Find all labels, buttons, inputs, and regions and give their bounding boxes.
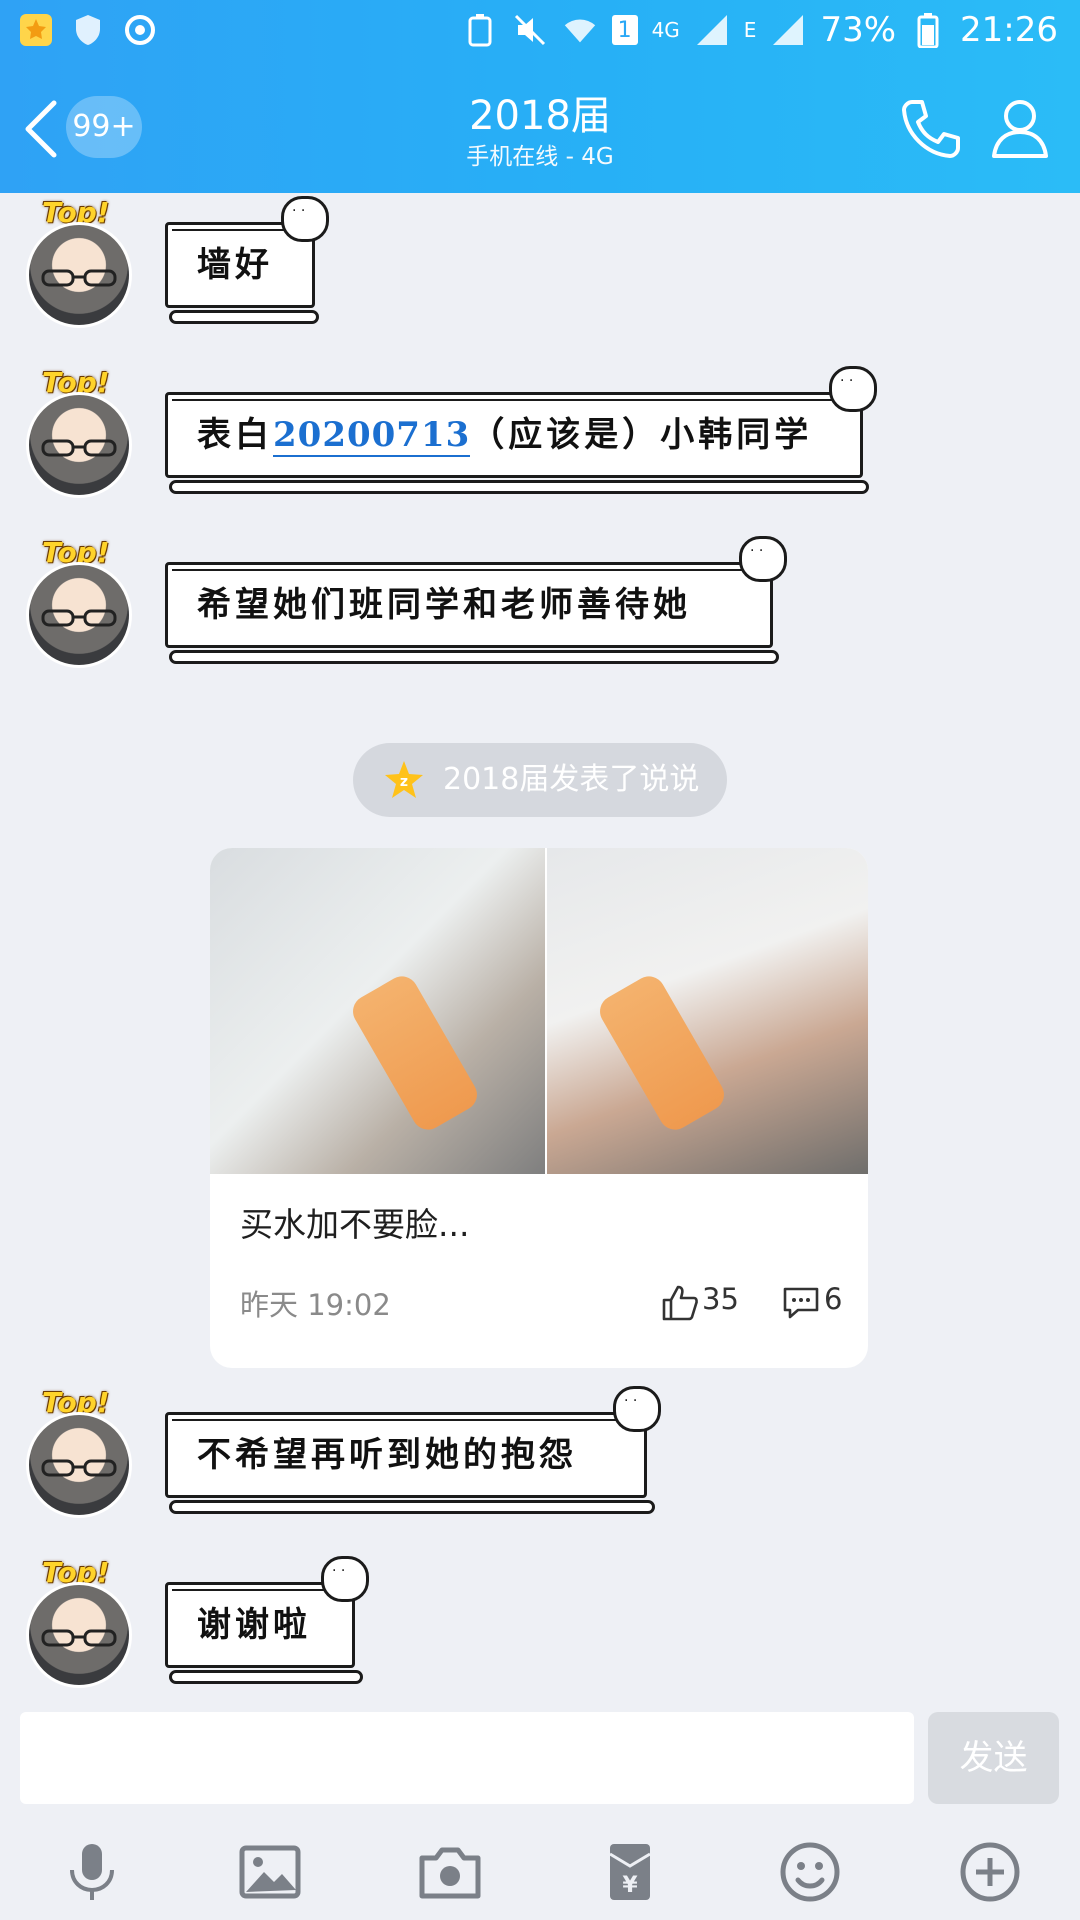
system-notice[interactable]: z 2018届发表了说说	[353, 743, 727, 817]
network-type-2: E	[743, 18, 757, 42]
post-photo[interactable]	[210, 848, 545, 1174]
svg-text:z: z	[400, 774, 408, 790]
clock: 21:26	[960, 10, 1058, 50]
face-sticker-icon	[829, 366, 877, 412]
qzone-star-icon: z	[385, 761, 423, 798]
title-bar: 1 4G E 73% 21:26 99+ 2018届 手机在线 - 4G	[0, 0, 1080, 193]
signal-icon	[694, 12, 730, 48]
post-caption: 买水加不要脸...	[240, 1205, 470, 1244]
photo-button[interactable]	[238, 1840, 302, 1904]
message-text: 不希望再听到她的抱怨	[197, 1435, 577, 1475]
sim-badge: 1	[611, 15, 638, 45]
chat-message: Top! 墙好	[0, 196, 1080, 336]
swirl-icon	[122, 12, 158, 48]
user-icon	[992, 100, 1048, 158]
message-text: 谢谢啦	[197, 1605, 311, 1645]
call-button[interactable]	[898, 96, 962, 160]
voice-button[interactable]	[60, 1840, 124, 1904]
image-icon	[239, 1845, 301, 1899]
network-type: 4G	[651, 18, 680, 42]
message-text-before: 表白	[197, 415, 273, 455]
send-button[interactable]: 发送	[928, 1712, 1059, 1804]
system-notice-text: 2018届发表了说说	[443, 762, 700, 797]
profile-button[interactable]	[988, 96, 1052, 160]
emoji-button[interactable]	[778, 1840, 842, 1904]
face-sticker-icon	[281, 196, 329, 242]
red-packet-button[interactable]: ¥	[598, 1840, 662, 1904]
battery-percent: 73%	[820, 10, 897, 50]
input-toolbar: ¥	[0, 1826, 1080, 1920]
glasses-icon	[41, 269, 117, 287]
mute-icon	[512, 12, 548, 48]
emoji-icon	[780, 1842, 840, 1902]
shield-icon	[70, 12, 106, 48]
like-count: 35	[702, 1282, 739, 1316]
qzone-star-icon	[18, 12, 54, 48]
chat-message: Top! 谢谢啦	[0, 1556, 1080, 1696]
message-input[interactable]	[20, 1712, 914, 1804]
face-sticker-icon	[321, 1556, 369, 1602]
thumbs-up-icon[interactable]	[661, 1284, 699, 1322]
message-text: 表白20200713（应该是）小韩同学	[197, 412, 812, 458]
message-text-after: （应该是）小韩同学	[470, 415, 813, 455]
plus-icon	[960, 1842, 1020, 1902]
wifi-icon	[562, 12, 598, 48]
battery-icon	[910, 12, 946, 48]
glasses-icon	[41, 439, 117, 457]
post-time: 昨天 19:02	[240, 1288, 391, 1322]
status-bar: 1 4G E 73% 21:26	[0, 0, 1080, 64]
message-text: 希望她们班同学和老师善待她	[197, 585, 691, 625]
battery-saver-icon	[462, 12, 498, 48]
glasses-icon	[41, 1459, 117, 1477]
face-sticker-icon	[613, 1386, 661, 1432]
comment-count: 6	[824, 1282, 843, 1316]
red-packet-icon: ¥	[609, 1844, 651, 1900]
svg-text:¥: ¥	[622, 1873, 638, 1898]
camera-icon	[419, 1847, 481, 1899]
post-photo[interactable]	[547, 848, 868, 1174]
face-sticker-icon	[739, 536, 787, 582]
chat-message: Top! 表白20200713（应该是）小韩同学	[0, 366, 1080, 506]
more-button[interactable]	[958, 1840, 1022, 1904]
shared-post-card[interactable]: 买水加不要脸... 昨天 19:02 35 6	[210, 848, 868, 1368]
comment-icon[interactable]	[782, 1286, 820, 1320]
chat-message: Top! 希望她们班同学和老师善待她	[0, 536, 1080, 676]
message-link[interactable]: 20200713	[273, 415, 471, 457]
chat-message: Top! 不希望再听到她的抱怨	[0, 1386, 1080, 1526]
microphone-icon	[70, 1844, 114, 1900]
camera-button[interactable]	[418, 1840, 482, 1904]
phone-icon	[902, 100, 960, 158]
message-text: 墙好	[197, 245, 273, 285]
signal-icon-2	[770, 12, 806, 48]
glasses-icon	[41, 609, 117, 627]
glasses-icon	[41, 1629, 117, 1647]
